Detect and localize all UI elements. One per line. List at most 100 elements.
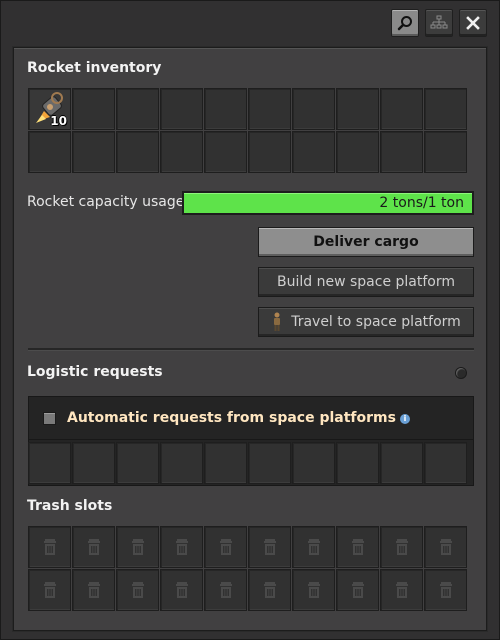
search-button[interactable] xyxy=(391,9,419,37)
trash-slot[interactable] xyxy=(204,569,247,611)
logistic-requests-title: Logistic requests xyxy=(27,364,163,380)
trash-icon xyxy=(439,582,452,598)
logistic-request-grid xyxy=(28,442,467,484)
trash-icon xyxy=(43,582,56,598)
capacity-bar: 2 tons/1 ton xyxy=(182,191,474,215)
inventory-slot[interactable] xyxy=(28,131,71,173)
trash-slot[interactable] xyxy=(160,569,203,611)
trash-slot[interactable] xyxy=(424,569,467,611)
status-indicator xyxy=(456,368,466,378)
trash-slot[interactable] xyxy=(292,569,335,611)
request-slot[interactable] xyxy=(424,442,467,484)
trash-icon xyxy=(175,582,188,598)
trash-icon xyxy=(395,539,408,555)
trash-icon xyxy=(351,539,364,555)
request-slot[interactable] xyxy=(336,442,379,484)
auto-requests-panel: Automatic requests from space platforms i xyxy=(28,396,474,440)
network-button[interactable] xyxy=(425,9,453,37)
request-slot[interactable] xyxy=(204,442,247,484)
auto-requests-label: Automatic requests from space platforms i xyxy=(67,410,410,426)
rocket-inventory-grid: 10 xyxy=(28,88,467,173)
capacity-label: Rocket capacity usage xyxy=(27,194,185,210)
inventory-slot[interactable] xyxy=(424,131,467,173)
request-slot[interactable] xyxy=(248,442,291,484)
trash-slot[interactable] xyxy=(248,526,291,568)
character-icon xyxy=(274,312,281,331)
request-slot[interactable] xyxy=(72,442,115,484)
inventory-slot[interactable] xyxy=(248,131,291,173)
trash-icon xyxy=(219,582,232,598)
trash-icon xyxy=(87,582,100,598)
rocket-inventory-title: Rocket inventory xyxy=(27,60,162,76)
travel-space-platform-button[interactable]: Travel to space platform xyxy=(258,307,474,337)
title-bar-buttons xyxy=(391,9,487,37)
inventory-slot[interactable] xyxy=(72,131,115,173)
trash-icon xyxy=(395,582,408,598)
trash-slot[interactable] xyxy=(116,526,159,568)
trash-slot[interactable] xyxy=(336,526,379,568)
inventory-slot[interactable] xyxy=(336,88,379,130)
trash-icon xyxy=(263,539,276,555)
info-icon[interactable]: i xyxy=(399,414,410,424)
item-count: 10 xyxy=(50,114,67,128)
trash-icon xyxy=(263,582,276,598)
trash-slot[interactable] xyxy=(116,569,159,611)
deliver-cargo-button[interactable]: Deliver cargo xyxy=(258,227,474,257)
trash-slot[interactable] xyxy=(160,526,203,568)
close-button[interactable] xyxy=(459,9,487,37)
trash-slot[interactable] xyxy=(28,526,71,568)
network-icon xyxy=(430,15,448,29)
trash-slot[interactable] xyxy=(424,526,467,568)
request-slot[interactable] xyxy=(380,442,423,484)
request-slot[interactable] xyxy=(28,442,71,484)
inventory-slot[interactable] xyxy=(116,131,159,173)
inventory-slot[interactable] xyxy=(380,88,423,130)
trash-grid xyxy=(28,526,467,611)
inventory-slot[interactable] xyxy=(292,88,335,130)
inventory-slot[interactable] xyxy=(204,131,247,173)
trash-slot[interactable] xyxy=(248,569,291,611)
auto-requests-checkbox[interactable] xyxy=(43,412,56,425)
build-space-platform-label: Build new space platform xyxy=(277,274,455,290)
trash-icon xyxy=(219,539,232,555)
close-icon xyxy=(466,16,480,30)
deliver-cargo-label: Deliver cargo xyxy=(313,234,419,250)
inventory-slot[interactable]: 10 xyxy=(28,88,71,130)
build-space-platform-button[interactable]: Build new space platform xyxy=(258,267,474,297)
capacity-value: 2 tons/1 ton xyxy=(379,195,464,211)
inventory-slot[interactable] xyxy=(292,131,335,173)
trash-slot[interactable] xyxy=(72,526,115,568)
trash-icon xyxy=(439,539,452,555)
trash-slots-title: Trash slots xyxy=(27,498,113,514)
trash-icon xyxy=(175,539,188,555)
auto-requests-text: Automatic requests from space platforms xyxy=(67,410,396,426)
inventory-slot[interactable] xyxy=(380,131,423,173)
request-slot[interactable] xyxy=(116,442,159,484)
request-slot[interactable] xyxy=(160,442,203,484)
trash-slot[interactable] xyxy=(380,569,423,611)
content-panel: Rocket inventory 10 Rocket capacity usag… xyxy=(13,47,487,631)
trash-slot[interactable] xyxy=(204,526,247,568)
inventory-slot[interactable] xyxy=(160,131,203,173)
trash-icon xyxy=(43,539,56,555)
inventory-slot[interactable] xyxy=(72,88,115,130)
inventory-slot[interactable] xyxy=(336,131,379,173)
inventory-slot[interactable] xyxy=(160,88,203,130)
trash-slot[interactable] xyxy=(28,569,71,611)
search-icon xyxy=(397,16,412,31)
request-slot[interactable] xyxy=(292,442,335,484)
trash-icon xyxy=(307,539,320,555)
trash-slot[interactable] xyxy=(336,569,379,611)
trash-icon xyxy=(131,539,144,555)
inventory-slot[interactable] xyxy=(204,88,247,130)
trash-icon xyxy=(307,582,320,598)
trash-icon xyxy=(131,582,144,598)
trash-slot[interactable] xyxy=(380,526,423,568)
trash-slot[interactable] xyxy=(292,526,335,568)
inventory-slot[interactable] xyxy=(116,88,159,130)
rocket-silo-window: Rocket inventory 10 Rocket capacity usag… xyxy=(0,0,500,640)
trash-slot[interactable] xyxy=(72,569,115,611)
inventory-slot[interactable] xyxy=(248,88,291,130)
inventory-slot[interactable] xyxy=(424,88,467,130)
trash-icon xyxy=(87,539,100,555)
